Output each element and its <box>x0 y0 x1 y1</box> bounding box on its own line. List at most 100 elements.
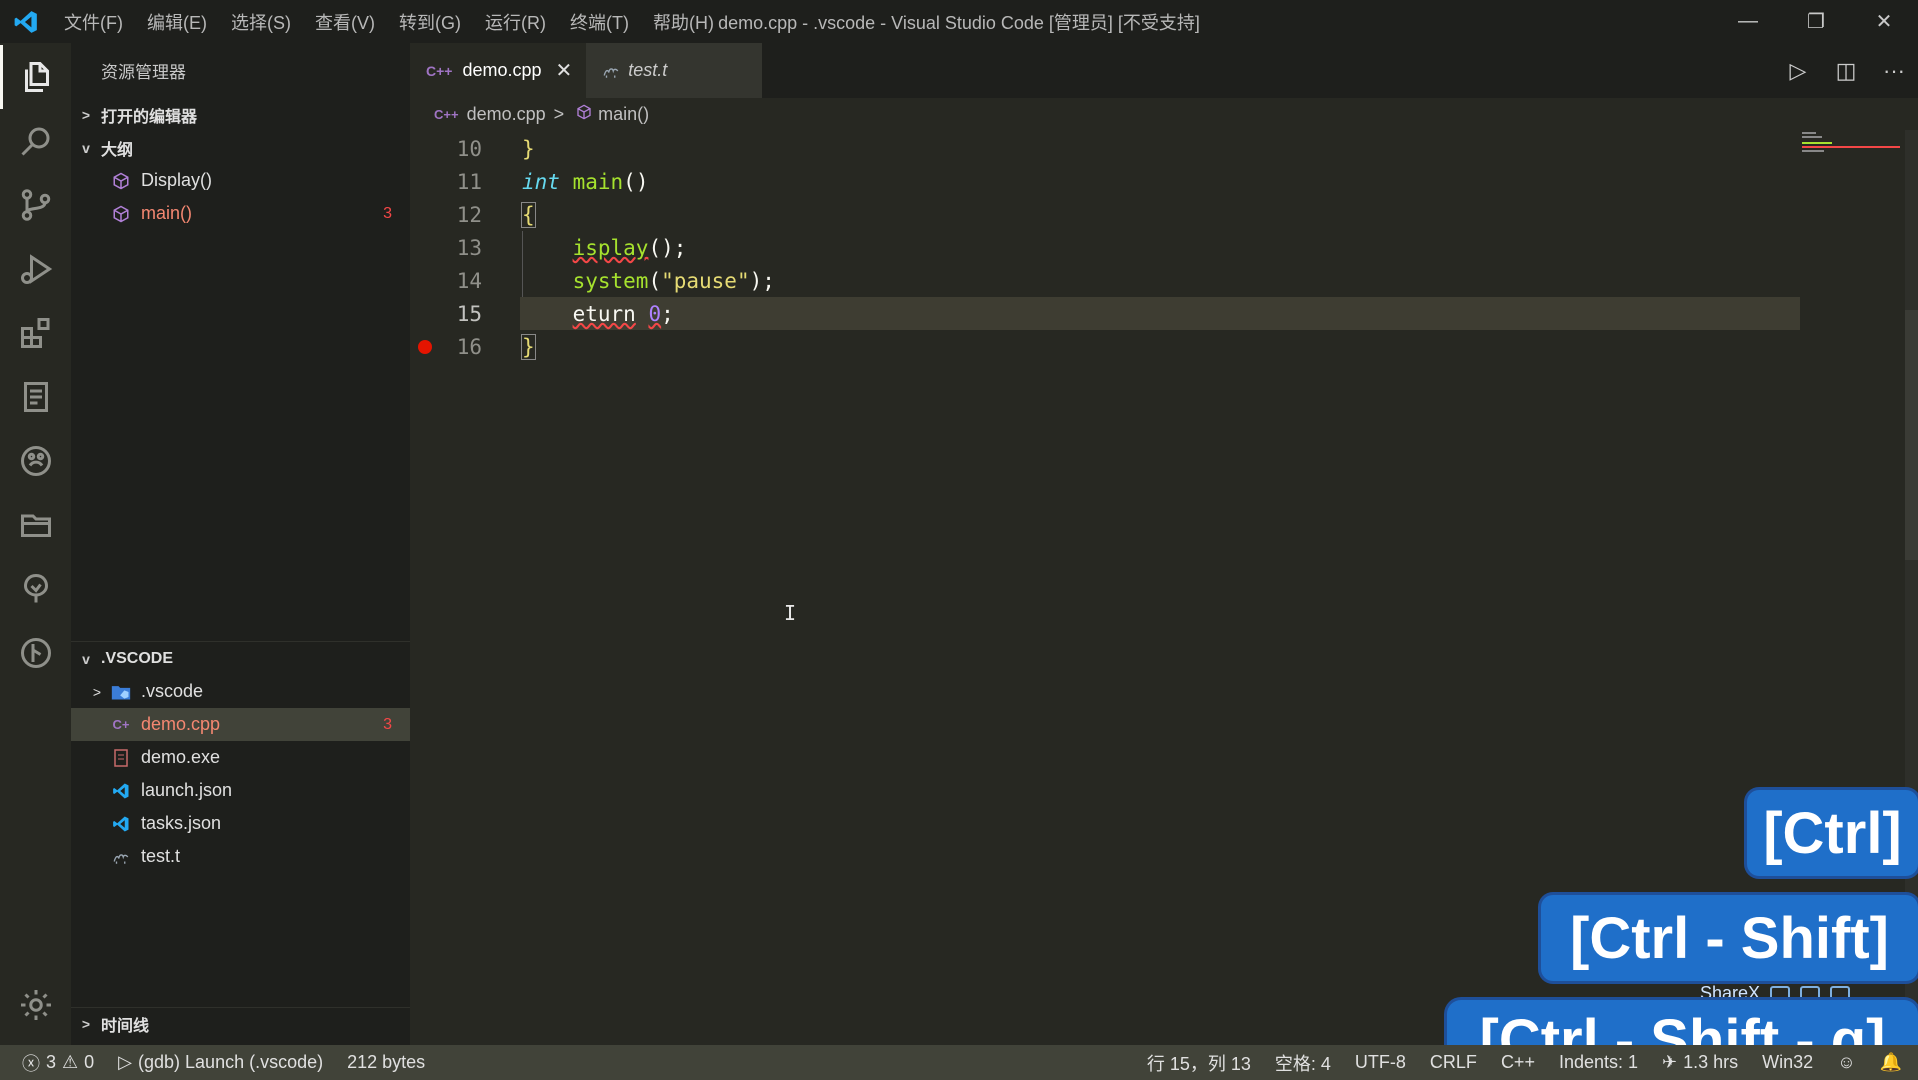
indents-indicator[interactable]: Indents: 1 <box>1547 1052 1650 1073</box>
function-token: system <box>572 268 649 293</box>
outline-item-display[interactable]: Display() <box>71 164 410 197</box>
line-source: system("pause"); <box>522 269 775 293</box>
time-tracker[interactable]: ✈ 1.3 hrs <box>1650 1052 1750 1073</box>
launch-config: (gdb) Launch (.vscode) <box>138 1052 324 1072</box>
more-actions-icon[interactable]: ··· <box>1870 58 1918 84</box>
current-line-highlight <box>520 297 1800 330</box>
notifications-icon[interactable]: 🔔 <box>1868 1052 1918 1073</box>
text-cursor-icon: I <box>784 601 797 625</box>
git-graph-icon[interactable] <box>0 621 71 685</box>
line-number: 11 <box>456 169 482 194</box>
line-number: 15 <box>456 301 482 326</box>
line-number: 14 <box>456 268 482 293</box>
menu-selection[interactable]: 选择(S) <box>219 9 303 35</box>
breadcrumb: C++ demo.cpp > main() <box>410 98 1918 130</box>
binary-file-icon <box>109 748 133 767</box>
line-source: eturn 0; <box>522 302 674 326</box>
file-label: test.t <box>141 846 181 866</box>
menu-view[interactable]: 查看(V) <box>303 9 387 35</box>
outline-item-main[interactable]: main() 3 <box>71 197 410 230</box>
problems-indicator[interactable]: ⓧ 3 ⚠ 0 <box>0 1050 106 1076</box>
encoding[interactable]: UTF-8 <box>1343 1052 1418 1073</box>
line-source: } <box>522 137 535 161</box>
remote-explorer-icon[interactable] <box>0 365 71 429</box>
vscode-folder-icon <box>109 683 133 701</box>
brace-token: } <box>522 136 535 161</box>
outline-section: v 大纲 Display() main() 3 <box>71 131 410 641</box>
punct-token: ); <box>749 268 775 293</box>
tab-test-t[interactable]: test.t <box>586 43 763 98</box>
outline-label: 大纲 <box>101 141 134 159</box>
run-icon[interactable]: ▷ <box>1774 58 1822 84</box>
chevron-right-icon: > <box>92 683 102 700</box>
source-control-icon[interactable] <box>0 173 71 237</box>
problem-count-badge: 3 <box>383 204 392 222</box>
settings-gear-icon[interactable] <box>0 973 71 1037</box>
warning-icon: ⚠ <box>62 1052 79 1072</box>
minimap[interactable] <box>1800 130 1900 170</box>
line-source: isplay(); <box>522 235 687 260</box>
feedback-icon[interactable]: ☺ <box>1825 1052 1867 1073</box>
file-item-demo-exe[interactable]: demo.exe <box>71 741 410 774</box>
workspace-header[interactable]: v .VSCODE <box>71 642 410 675</box>
method-cube-icon <box>109 172 133 190</box>
minimize-button[interactable]: — <box>1714 0 1782 43</box>
platform[interactable]: Win32 <box>1750 1052 1825 1073</box>
editor-actions: ▷ ◫ ··· <box>1774 43 1918 98</box>
outline-header[interactable]: v 大纲 <box>71 131 410 164</box>
chevron-down-icon: v <box>82 139 90 156</box>
restore-button[interactable]: ❐ <box>1782 0 1850 43</box>
file-item-tasks-json[interactable]: tasks.json <box>71 807 410 840</box>
indentation[interactable]: 空格: 4 <box>1263 1050 1343 1076</box>
breadcrumb-symbol[interactable]: main() <box>598 104 649 125</box>
file-item-vscode-folder[interactable]: > .vscode <box>71 675 410 708</box>
file-item-demo-cpp[interactable]: C+ demo.cpp 3 <box>71 708 410 741</box>
menu-go[interactable]: 转到(G) <box>387 9 473 35</box>
chevron-right-icon: > <box>81 1016 91 1032</box>
code-line: 13 isplay(); <box>410 231 1790 264</box>
debug-launch-item[interactable]: ▷ (gdb) Launch (.vscode) <box>106 1052 335 1073</box>
breadcrumb-file[interactable]: demo.cpp <box>467 104 546 125</box>
split-editor-icon[interactable]: ◫ <box>1822 58 1870 84</box>
method-cube-icon <box>109 205 133 223</box>
line-number: 13 <box>456 235 482 260</box>
method-cube-icon <box>576 104 592 125</box>
function-token: isplay <box>572 235 649 260</box>
open-editors-header[interactable]: > 打开的编辑器 <box>71 98 410 131</box>
folder-icon[interactable] <box>0 493 71 557</box>
menu-terminal[interactable]: 终端(T) <box>558 9 641 35</box>
file-item-test-t[interactable]: test.t <box>71 840 410 873</box>
tab-demo-cpp[interactable]: C++ demo.cpp ✕ <box>410 43 587 98</box>
file-item-launch-json[interactable]: launch.json <box>71 774 410 807</box>
scrollbar-thumb[interactable] <box>1905 310 1918 560</box>
timeline-label: 时间线 <box>101 1018 150 1035</box>
menu-run[interactable]: 运行(R) <box>473 9 558 35</box>
tree-icon[interactable] <box>0 557 71 621</box>
status-right: 行 15，列 13 空格: 4 UTF-8 CRLF C++ Indents: … <box>1135 1045 1918 1080</box>
run-debug-icon[interactable] <box>0 237 71 301</box>
menu-help[interactable]: 帮助(H) <box>641 9 726 35</box>
extensions-icon[interactable] <box>0 301 71 365</box>
paw-icon[interactable] <box>0 429 71 493</box>
menu-bar: 文件(F) 编辑(E) 选择(S) 查看(V) 转到(G) 运行(R) 终端(T… <box>52 9 726 35</box>
explorer-icon[interactable] <box>0 45 71 109</box>
tab-label: test.t <box>628 60 668 80</box>
timeline-header[interactable]: > 时间线 <box>71 1007 410 1040</box>
punct-token: (); <box>648 235 687 260</box>
language-mode[interactable]: C++ <box>1489 1052 1547 1073</box>
search-icon[interactable] <box>0 109 71 173</box>
line-number: 10 <box>456 136 482 161</box>
brace-token: { <box>521 201 536 228</box>
menu-file[interactable]: 文件(F) <box>52 9 135 35</box>
end-of-line[interactable]: CRLF <box>1418 1052 1489 1073</box>
brace-token: } <box>521 333 536 360</box>
menu-edit[interactable]: 编辑(E) <box>135 9 219 35</box>
code-line-current: 15 eturn 0; <box>410 297 1800 330</box>
cursor-position[interactable]: 行 15，列 13 <box>1135 1050 1263 1076</box>
code-line: 16 } <box>410 330 1790 363</box>
close-window-button[interactable]: ✕ <box>1850 0 1918 43</box>
code-line: 11 int main() <box>410 165 1790 198</box>
file-label: tasks.json <box>141 813 222 833</box>
line-source: int main() <box>522 170 648 194</box>
close-tab-icon[interactable]: ✕ <box>556 58 573 83</box>
